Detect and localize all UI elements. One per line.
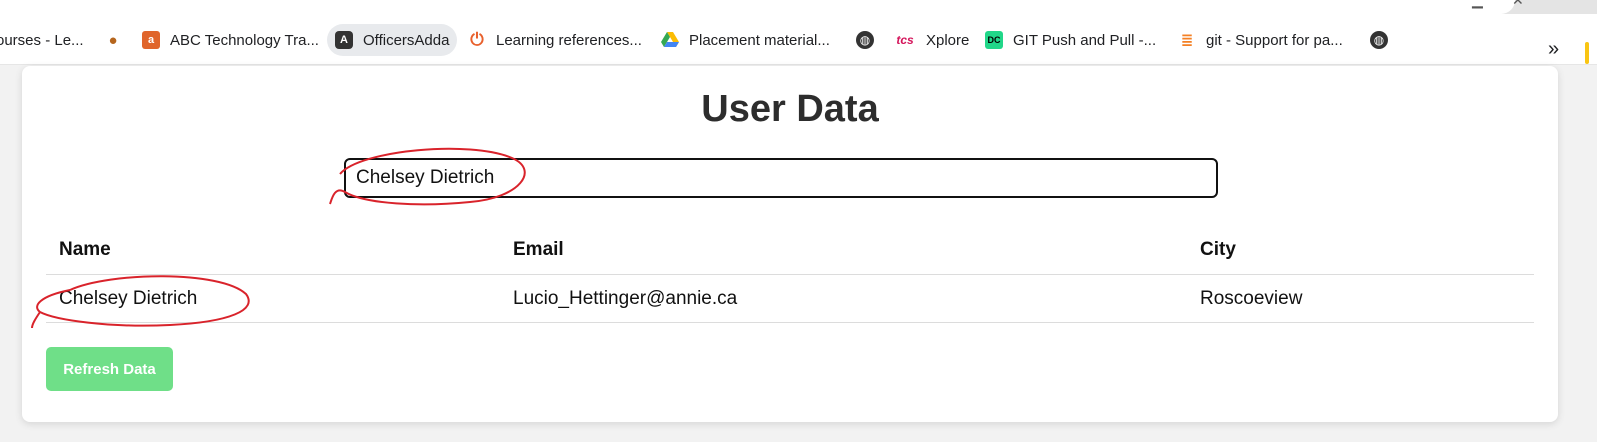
bookmark-placement-material[interactable]: Placement material... (661, 24, 830, 56)
stackoverflow-icon: ≣ (1180, 32, 1194, 49)
user-table: Name Email City Chelsey Dietrich Lucio_H… (46, 226, 1534, 323)
drive-icon (661, 31, 679, 49)
minimize-icon[interactable]: ▁ (1472, 0, 1483, 9)
column-header-city: City (1187, 226, 1534, 275)
bookmark-courses[interactable]: ourses - Le... (0, 24, 84, 56)
cookie-icon: ● (108, 31, 118, 49)
cell-city: Roscoeview (1187, 274, 1534, 323)
bookmark-learning-references[interactable]: ⏻ Learning references... (468, 24, 642, 56)
cell-email: Lucio_Hettinger@annie.ca (500, 274, 1187, 323)
browser-tab-strip: ▁ ✕ (0, 0, 1597, 14)
power-icon: ⏻ (470, 30, 484, 49)
bookmark-abc-technology[interactable]: a ABC Technology Tra... (142, 24, 319, 56)
bookmark-label: ABC Technology Tra... (170, 31, 319, 49)
bookmark-cookie[interactable]: ● (104, 24, 132, 56)
bookmark-label: ourses - Le... (0, 31, 84, 49)
dc-icon: DC (985, 31, 1003, 49)
active-tab[interactable] (0, 0, 1515, 14)
user-data-card: User Data Name Email City Chelsey Dietri… (22, 66, 1558, 422)
table-row: Chelsey Dietrich Lucio_Hettinger@annie.c… (46, 274, 1534, 323)
page-title: User Data (701, 88, 879, 130)
bookmark-accent (1585, 42, 1589, 64)
bookmarks-bar: ourses - Le... ● a ABC Technology Tra...… (0, 14, 1597, 65)
bookmark-label: Learning references... (496, 31, 642, 49)
bookmark-officersadda[interactable]: A OfficersAdda (327, 24, 458, 56)
cell-name: Chelsey Dietrich (46, 274, 500, 323)
refresh-data-button[interactable]: Refresh Data (46, 347, 173, 391)
bookmark-label: Xplore (926, 31, 970, 49)
bookmark-git-support[interactable]: ≣ git - Support for pa... (1178, 24, 1343, 56)
bookmark-xplore[interactable]: tcs Xplore (894, 24, 969, 56)
column-header-email: Email (500, 226, 1187, 275)
search-input[interactable] (344, 158, 1218, 198)
close-icon[interactable]: ✕ (1512, 0, 1524, 9)
bookmark-label: GIT Push and Pull -... (1013, 31, 1157, 49)
globe-icon: ◍ (1370, 31, 1388, 49)
abc-logo-icon: a (142, 31, 160, 49)
bookmark-label: git - Support for pa... (1206, 31, 1343, 49)
tcs-icon: tcs (896, 33, 914, 47)
bookmark-label: Placement material... (689, 31, 830, 49)
angular-icon: A (335, 31, 353, 49)
bookmark-git-push-pull[interactable]: DC GIT Push and Pull -... (985, 24, 1156, 56)
bookmark-globe-2[interactable]: ◍ (1370, 24, 1398, 56)
column-header-name: Name (46, 226, 500, 275)
bookmark-globe-1[interactable]: ◍ (856, 24, 884, 56)
globe-icon: ◍ (856, 31, 874, 49)
bookmark-label: OfficersAdda (363, 31, 450, 49)
table-header-row: Name Email City (46, 226, 1534, 275)
more-bookmarks-chevron[interactable]: » (1548, 38, 1559, 61)
